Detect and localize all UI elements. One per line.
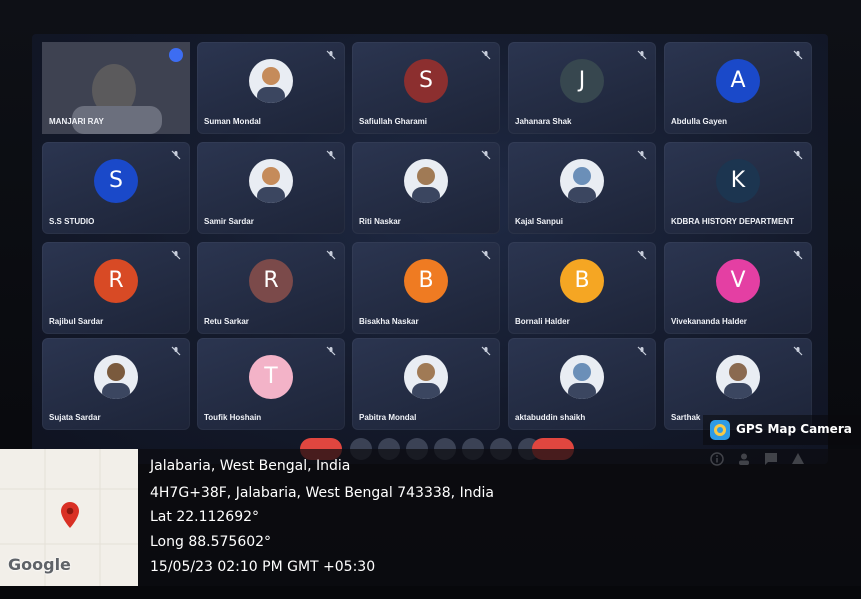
gps-address: 4H7G+38F, Jalabaria, West Bengal 743338,… — [150, 485, 494, 501]
gps-latitude: Lat 22.112692° — [150, 509, 260, 525]
participant-avatar: R — [94, 258, 138, 303]
participant-tile[interactable]: S S.S STUDIO — [42, 142, 190, 234]
participant-avatar: K — [716, 158, 760, 203]
participant-tile[interactable]: Sujata Sardar — [42, 338, 190, 430]
mic-off-icon — [637, 150, 647, 160]
participant-tile[interactable]: J Jahanara Shak — [508, 42, 656, 134]
participant-tile[interactable]: B Bisakha Naskar — [352, 242, 500, 334]
participant-avatar: B — [404, 258, 448, 303]
participant-avatar: V — [716, 258, 760, 303]
participant-photo — [404, 158, 448, 203]
participant-tile[interactable]: Pabitra Mondal — [352, 338, 500, 430]
participant-name: Samir Sardar — [204, 217, 254, 226]
participant-name: Toufik Hoshain — [204, 413, 262, 422]
mic-off-icon — [637, 250, 647, 260]
participant-tile[interactable]: R Rajibul Sardar — [42, 242, 190, 334]
participant-tile[interactable]: Riti Naskar — [352, 142, 500, 234]
participant-tile[interactable]: K KDBRA HISTORY DEPARTMENT — [664, 142, 812, 234]
mic-off-icon — [793, 150, 803, 160]
speaking-indicator-icon — [169, 48, 183, 62]
participant-photo — [404, 354, 448, 399]
participant-name: Bisakha Naskar — [359, 317, 419, 326]
location-pin-icon — [61, 502, 79, 528]
participant-name: Jahanara Shak — [515, 117, 572, 126]
mic-off-icon — [171, 150, 181, 160]
participant-name: KDBRA HISTORY DEPARTMENT — [671, 217, 794, 226]
gps-datetime: 15/05/23 02:10 PM GMT +05:30 — [150, 559, 376, 575]
participant-photo — [249, 158, 293, 203]
gps-longitude: Long 88.575602° — [150, 534, 272, 550]
mic-off-icon — [481, 150, 491, 160]
participant-photo — [249, 58, 293, 103]
participant-name: Kajal Sanpui — [515, 217, 564, 226]
participant-photo — [94, 354, 138, 399]
mic-off-icon — [481, 346, 491, 356]
participant-name: Safiullah Gharami — [359, 117, 428, 126]
participant-avatar: T — [249, 354, 293, 399]
participant-photo — [716, 354, 760, 399]
mic-off-icon — [481, 250, 491, 260]
participant-name: S.S STUDIO — [49, 217, 95, 226]
mic-off-icon — [326, 50, 336, 60]
participant-avatar: J — [560, 58, 604, 103]
participant-name: Sarthak — [671, 413, 701, 422]
mic-off-icon — [326, 346, 336, 356]
participant-name: Suman Mondal — [204, 117, 261, 126]
participant-name: Abdulla Gayen — [671, 117, 728, 126]
mic-off-icon — [793, 250, 803, 260]
participant-photo — [560, 158, 604, 203]
participant-photo — [560, 354, 604, 399]
mic-off-icon — [326, 250, 336, 260]
gps-camera-badge: GPS Map Camera — [703, 415, 861, 445]
participant-tile[interactable]: Samir Sardar — [197, 142, 345, 234]
participant-avatar: A — [716, 58, 760, 103]
participant-name: Pabitra Mondal — [359, 413, 417, 422]
participant-tile[interactable]: Kajal Sanpui — [508, 142, 656, 234]
google-logo: Google — [8, 555, 71, 574]
gps-info-panel: Jalabaria, West Bengal, India 4H7G+38F, … — [138, 449, 861, 586]
mic-off-icon — [637, 50, 647, 60]
mic-off-icon — [481, 50, 491, 60]
mic-off-icon — [171, 250, 181, 260]
participant-name: MANJARI RAY — [49, 117, 104, 126]
participant-tile[interactable]: Suman Mondal — [197, 42, 345, 134]
participant-name: Sujata Sardar — [49, 413, 101, 422]
participant-avatar: B — [560, 258, 604, 303]
participant-avatar: S — [404, 58, 448, 103]
participant-tile[interactable]: S Safiullah Gharami — [352, 42, 500, 134]
participant-tile[interactable]: A Abdulla Gayen — [664, 42, 812, 134]
gps-camera-app-icon — [710, 420, 730, 440]
gps-place: Jalabaria, West Bengal, India — [150, 458, 351, 474]
participant-name: Bornali Halder — [515, 317, 570, 326]
participant-name: Vivekananda Halder — [671, 317, 747, 326]
participant-tile[interactable]: aktabuddin shaikh — [508, 338, 656, 430]
meet-screen: MANJARI RAY Suman Mondal S Safiullah Gharam… — [32, 34, 828, 464]
mic-off-icon — [171, 346, 181, 356]
mic-off-icon — [637, 346, 647, 356]
gps-camera-label: GPS Map Camera — [736, 422, 852, 436]
participant-tile[interactable]: T Toufik Hoshain — [197, 338, 345, 430]
participant-name: Rajibul Sardar — [49, 317, 104, 326]
participant-name: Riti Naskar — [359, 217, 401, 226]
participant-tile[interactable]: B Bornali Halder — [508, 242, 656, 334]
mic-off-icon — [793, 50, 803, 60]
participant-tile[interactable]: R Retu Sarkar — [197, 242, 345, 334]
participant-tile[interactable]: MANJARI RAY — [42, 42, 190, 134]
participant-tile[interactable]: V Vivekananda Halder — [664, 242, 812, 334]
participant-avatar: S — [94, 158, 138, 203]
mic-off-icon — [326, 150, 336, 160]
participant-avatar: R — [249, 258, 293, 303]
mic-off-icon — [793, 346, 803, 356]
participant-name: Retu Sarkar — [204, 317, 249, 326]
participant-name: aktabuddin shaikh — [515, 413, 586, 422]
